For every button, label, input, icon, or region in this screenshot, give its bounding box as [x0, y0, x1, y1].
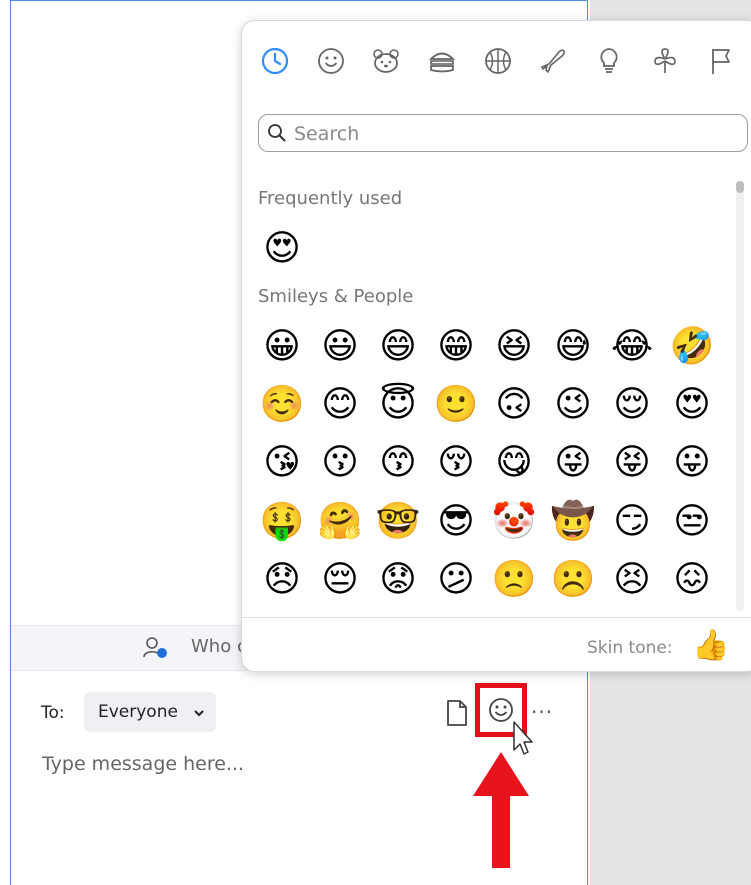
emoji-cell[interactable]: 😛: [668, 439, 716, 487]
message-input[interactable]: [40, 748, 464, 780]
emoji-picker: Frequently used Smileys & People 😍 😀😃😄😁😆…: [241, 20, 751, 672]
emoji-cell[interactable]: 😃: [316, 323, 364, 371]
emoji-cell[interactable]: ☺️: [258, 381, 306, 429]
emoji-cell[interactable]: 🤠: [549, 498, 597, 546]
who-can-see-text: Who c: [191, 636, 247, 657]
file-icon[interactable]: [446, 700, 468, 726]
emoji-cell[interactable]: 😌: [608, 381, 656, 429]
emoji-cell[interactable]: 😕: [432, 556, 480, 604]
emoji-cell[interactable]: 🙂: [432, 381, 480, 429]
scrollbar-thumb[interactable]: [736, 181, 744, 193]
emoji-cell[interactable]: 🤑: [258, 498, 306, 546]
emoji-cell[interactable]: 😅: [549, 323, 597, 371]
smileys-grid: 😀 😃 😄 😁 😆 😅 😂 🤣 ☺️ 😊 😇 🙂 🙃 😉 😌 😍 😘 😗 😙 😚 😋 😜 😝 😛 🤑 🤗 🤓 😎 🤡 🤠 😏 😒 😞 😔 😟 😕 🙁 ☹️…: [242, 21, 732, 608]
emoji-cell[interactable]: 😁: [432, 323, 480, 371]
emoji-cell[interactable]: 😙: [374, 439, 422, 487]
emoji-cell[interactable]: 🙃: [490, 381, 538, 429]
emoji-cell[interactable]: 😟: [374, 556, 422, 604]
emoji-cell[interactable]: 😘: [258, 439, 306, 487]
emoji-cell[interactable]: 😀: [258, 323, 306, 371]
skin-tone-label: Skin tone:: [587, 638, 673, 658]
emoji-cell[interactable]: ☹️: [549, 556, 597, 604]
recipient-value: Everyone: [98, 702, 178, 722]
emoji-cell[interactable]: 🤓: [374, 498, 422, 546]
emoji-cell[interactable]: 😚: [432, 439, 480, 487]
pointer-arrow-icon: [473, 752, 529, 868]
emoji-cell[interactable]: 😎: [432, 498, 480, 546]
emoji-cell[interactable]: 🤡: [490, 498, 538, 546]
chevron-down-icon: [194, 710, 204, 717]
emoji-cell[interactable]: 😇: [374, 381, 422, 429]
emoji-cell[interactable]: 😖: [668, 556, 716, 604]
emoji-cell[interactable]: 😜: [549, 439, 597, 487]
emoji-cell[interactable]: 😒: [668, 498, 716, 546]
emoji-cell[interactable]: 😂: [608, 323, 656, 371]
recipient-dropdown[interactable]: Everyone: [84, 692, 216, 732]
emoji-cell[interactable]: 😋: [490, 439, 538, 487]
emoji-cell[interactable]: 😊: [316, 381, 364, 429]
emoji-cell[interactable]: 🤗: [316, 498, 364, 546]
emoji-cell[interactable]: 😍: [668, 381, 716, 429]
emoji-cell[interactable]: 😗: [316, 439, 364, 487]
emoji-cell[interactable]: 😔: [316, 556, 364, 604]
emoji-cell[interactable]: 😉: [549, 381, 597, 429]
emoji-cell[interactable]: 😆: [490, 323, 538, 371]
emoji-picker-footer: Skin tone: 👍: [242, 617, 751, 674]
emoji-cell[interactable]: 😏: [608, 498, 656, 546]
user-privacy-icon: [143, 637, 167, 658]
emoji-cell[interactable]: 😞: [258, 556, 306, 604]
emoji-cell[interactable]: 😄: [374, 323, 422, 371]
scrollbar-track[interactable]: [736, 181, 744, 611]
emoji-cell[interactable]: 😝: [608, 439, 656, 487]
skin-tone-selector[interactable]: 👍: [692, 628, 729, 664]
emoji-cell[interactable]: 🙁: [490, 556, 538, 604]
emoji-cell[interactable]: 🤣: [668, 323, 716, 371]
emoji-cell[interactable]: 😣: [608, 556, 656, 604]
to-label: To:: [41, 703, 65, 723]
